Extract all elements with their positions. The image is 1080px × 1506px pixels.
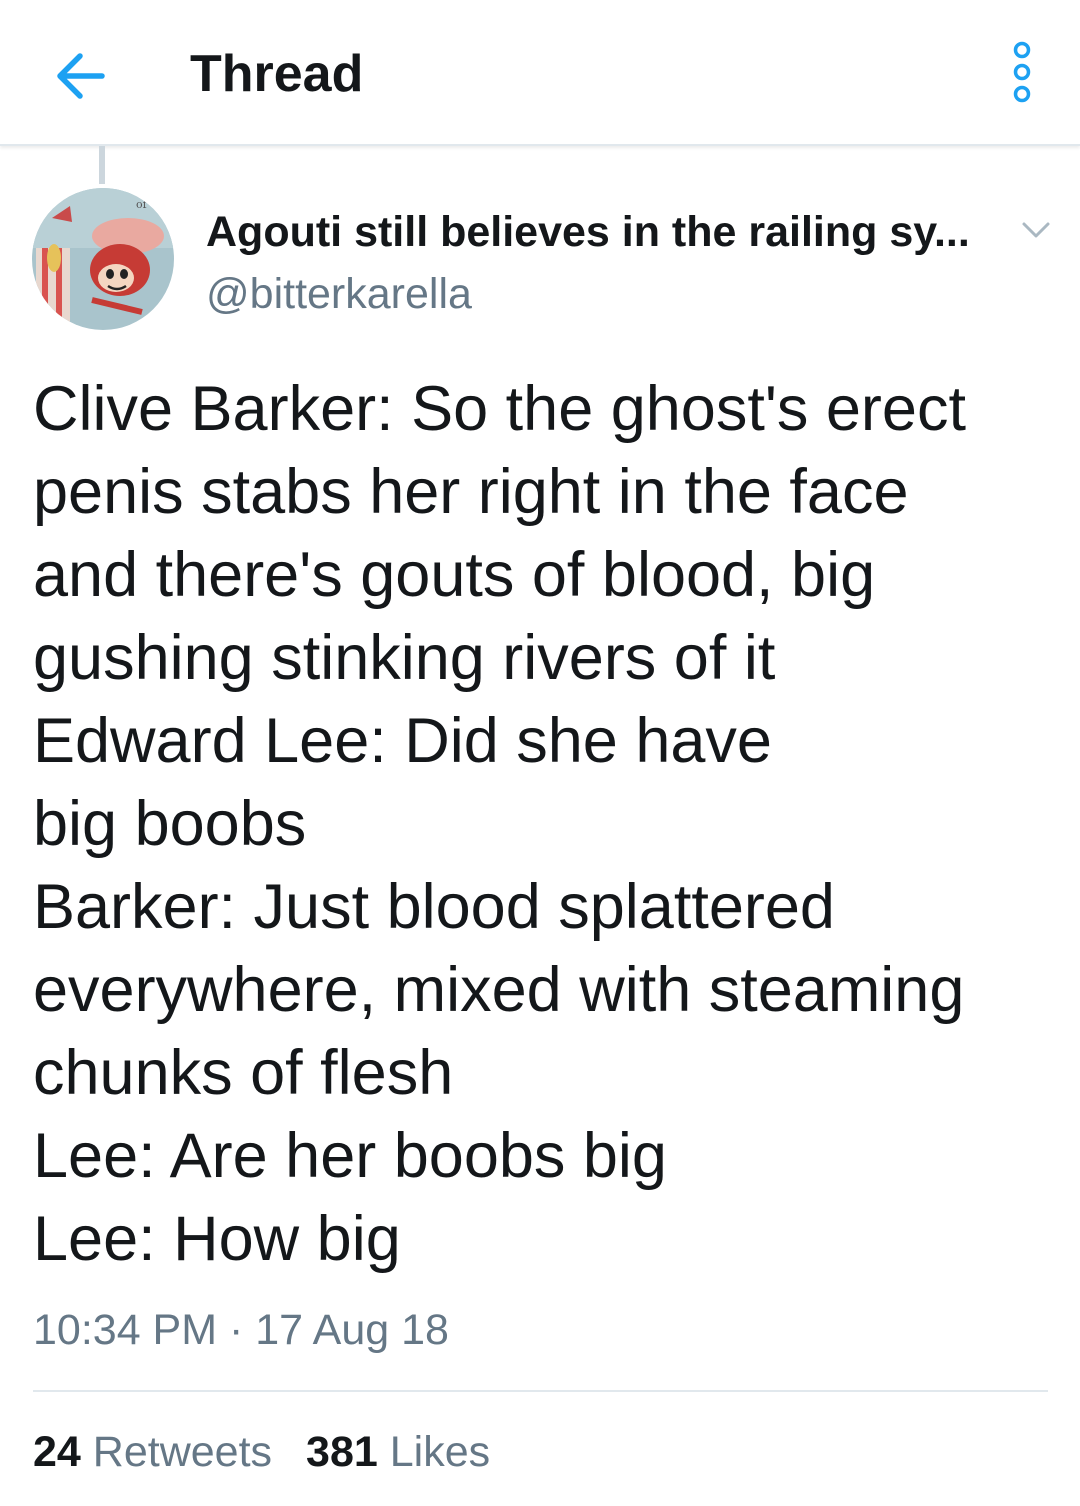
tweet-text-line: everywhere, mixed with steaming: [33, 955, 965, 1025]
tweet-timestamp[interactable]: 10:34 PM · 17 Aug 18: [33, 1304, 449, 1356]
cartoon-avatar-icon: of: [32, 188, 174, 330]
retweets-label: Retweets: [92, 1428, 273, 1476]
tweet-text-line: Clive Barker: So the ghost's erect: [33, 374, 966, 444]
arrow-left-icon: [57, 53, 105, 99]
user-handle[interactable]: @bitterkarella: [206, 268, 472, 320]
likes-stat[interactable]: 381 Likes: [306, 1426, 490, 1478]
top-app-bar: Thread: [0, 0, 1080, 146]
tweet-options-button[interactable]: [1014, 208, 1058, 252]
likes-count: 381: [306, 1428, 378, 1476]
tweet-text-line: chunks of flesh: [33, 1038, 454, 1108]
display-name[interactable]: Agouti still believes in the railing sy.…: [206, 206, 970, 258]
likes-label: Likes: [389, 1428, 491, 1476]
overflow-menu-button[interactable]: [1000, 36, 1044, 108]
tweet-text-line: penis stabs her right in the face: [33, 457, 909, 527]
tweet-text-line: Edward Lee: Did she have: [33, 706, 772, 776]
retweets-stat[interactable]: 24 Retweets: [33, 1426, 272, 1478]
svg-text:of: of: [136, 198, 148, 211]
tweet-text: Clive Barker: So the ghost's erect penis…: [33, 368, 1053, 1281]
tweet-text-line: and there's gouts of blood, big: [33, 540, 876, 610]
page-title: Thread: [190, 45, 364, 103]
retweets-count: 24: [33, 1428, 81, 1476]
thread-connector-line: [99, 146, 105, 184]
tweet-text-line: Lee: Are her boobs big: [33, 1121, 667, 1191]
chevron-down-icon: [1022, 222, 1050, 238]
tweet-text-line: Lee: How big: [33, 1204, 401, 1274]
avatar[interactable]: of: [32, 188, 174, 330]
tweet-text-line: big boobs: [33, 789, 307, 859]
vertical-dots-icon: [1013, 41, 1031, 103]
tweet-stats: 24 Retweets 381 Likes: [33, 1426, 524, 1478]
tweet-text-line: Barker: Just blood splattered: [33, 872, 835, 942]
tweet-text-line: gushing stinking rivers of it: [33, 623, 776, 693]
back-button[interactable]: [44, 40, 116, 112]
divider: [33, 1390, 1048, 1392]
